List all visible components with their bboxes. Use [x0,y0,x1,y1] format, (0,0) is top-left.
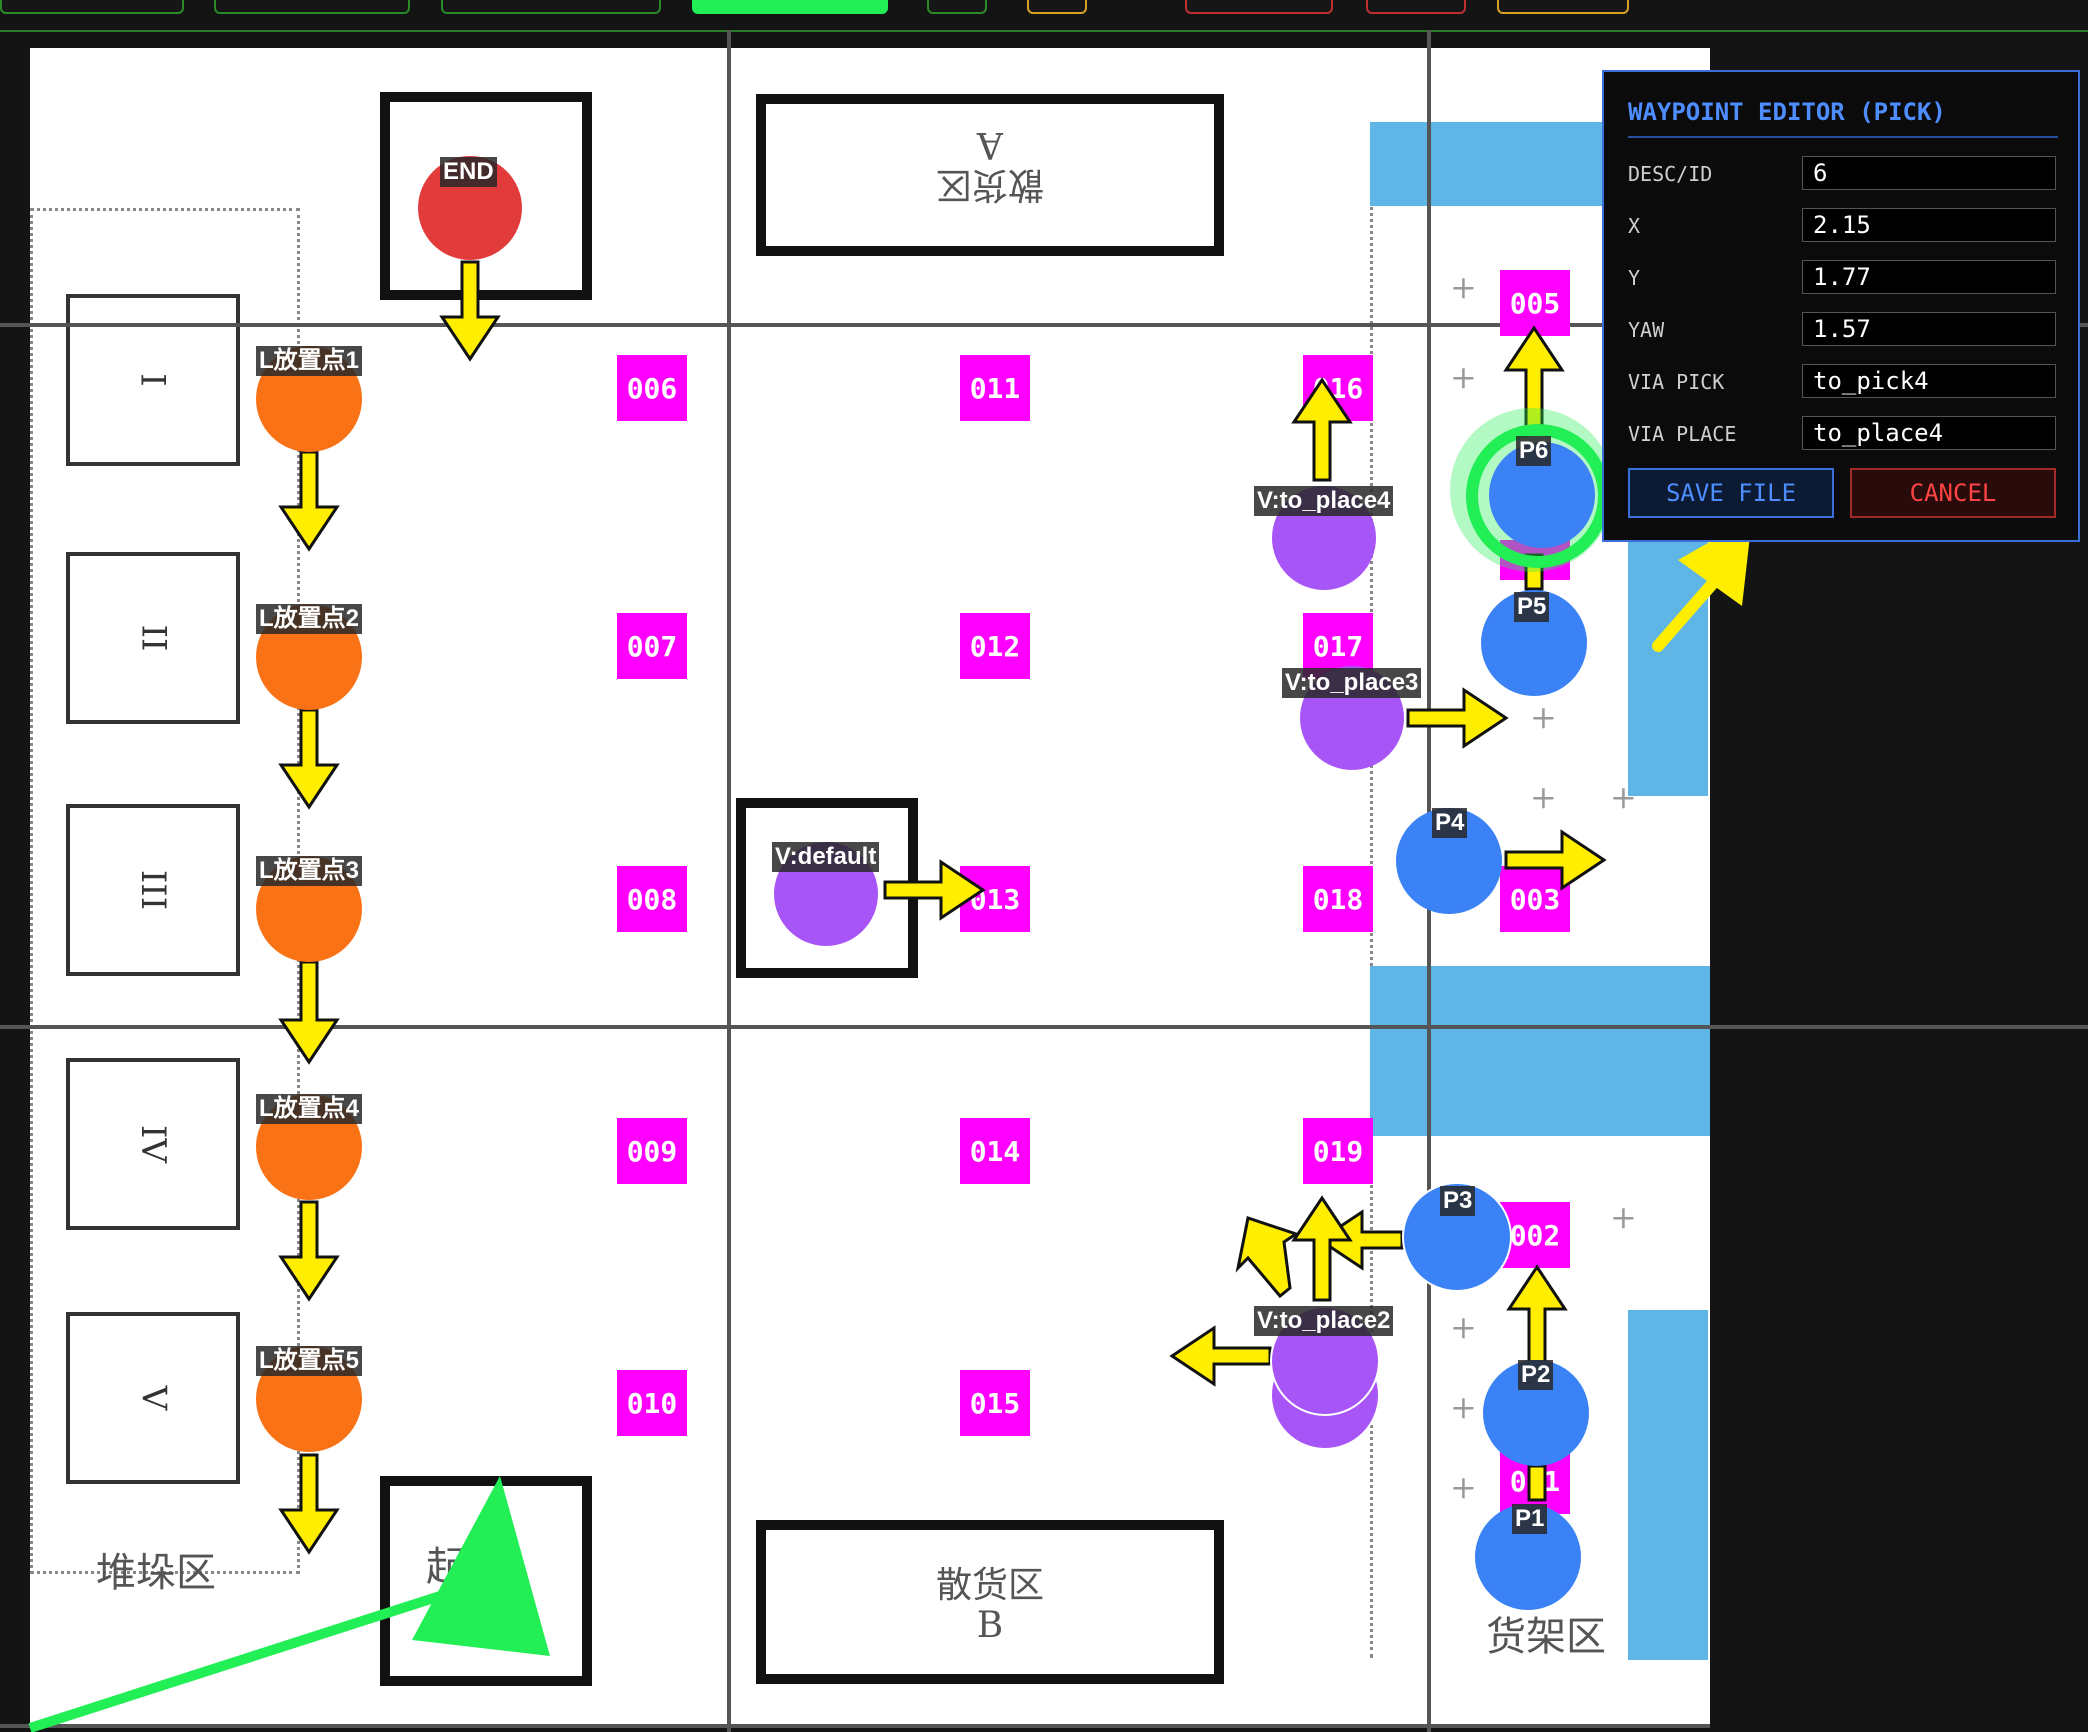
path-arrow [1406,687,1509,749]
end-waypoint-label: END [440,157,497,187]
field-label-y: Y [1628,266,1641,290]
path-arrow [883,859,986,921]
path-arrow [1504,829,1607,891]
path-arrow [1235,1216,1300,1299]
field-label-via-pick: VIA PICK [1628,370,1725,394]
via-waypoint-label: V:to_place3 [1282,668,1422,698]
via-place-input[interactable] [1802,416,2056,450]
pick-waypoint-label: P2 [1518,1360,1554,1390]
desc-id-input[interactable] [1802,156,2056,190]
place-waypoint-label: L放置点3 [256,856,363,886]
place-waypoint-label: L放置点2 [256,604,363,634]
pick-waypoint-label: P1 [1512,1504,1548,1534]
path-arrow [278,1453,340,1555]
path-arrow [278,708,340,810]
field-label-x: X [1628,214,1641,238]
path-arrow [278,450,340,552]
path-arrow [278,960,340,1065]
save-file-button[interactable]: SAVE FILE [1628,468,1834,518]
via-waypoint-label: V:to_place2 [1254,1306,1394,1336]
place-waypoint-label: L放置点5 [256,1346,363,1376]
pick-waypoint-label: P6 [1516,436,1552,466]
yaw-input[interactable] [1802,312,2056,346]
field-label-desc-id: DESC/ID [1628,162,1713,186]
place-waypoint-label: L放置点4 [256,1094,363,1124]
field-label-yaw: YAW [1628,318,1665,342]
editor-title: WAYPOINT EDITOR (PICK) [1628,98,2058,138]
path-arrow [1291,377,1353,482]
path-arrow [278,1200,340,1302]
via-pick-input[interactable] [1802,364,2056,398]
field-label-via-place: VIA PLACE [1628,422,1737,446]
place-waypoint-label: L放置点1 [256,346,363,376]
path-arrow [1506,1264,1568,1376]
path-arrow [439,260,501,362]
via-waypoint-label: V:default [772,842,880,872]
pick-waypoint-label: P3 [1440,1186,1476,1216]
cancel-button[interactable]: CANCEL [1850,468,2056,518]
path-link [1527,1464,1547,1502]
waypoint-editor-panel: WAYPOINT EDITOR (PICK) DESC/ID X Y YAW V… [1602,70,2080,542]
via-waypoint-label: V:to_place4 [1254,486,1394,516]
y-input[interactable] [1802,260,2056,294]
pick-waypoint-label: P5 [1514,592,1550,622]
path-arrow [1169,1325,1272,1387]
x-input[interactable] [1802,208,2056,242]
pick-waypoint-label: P4 [1432,808,1468,838]
